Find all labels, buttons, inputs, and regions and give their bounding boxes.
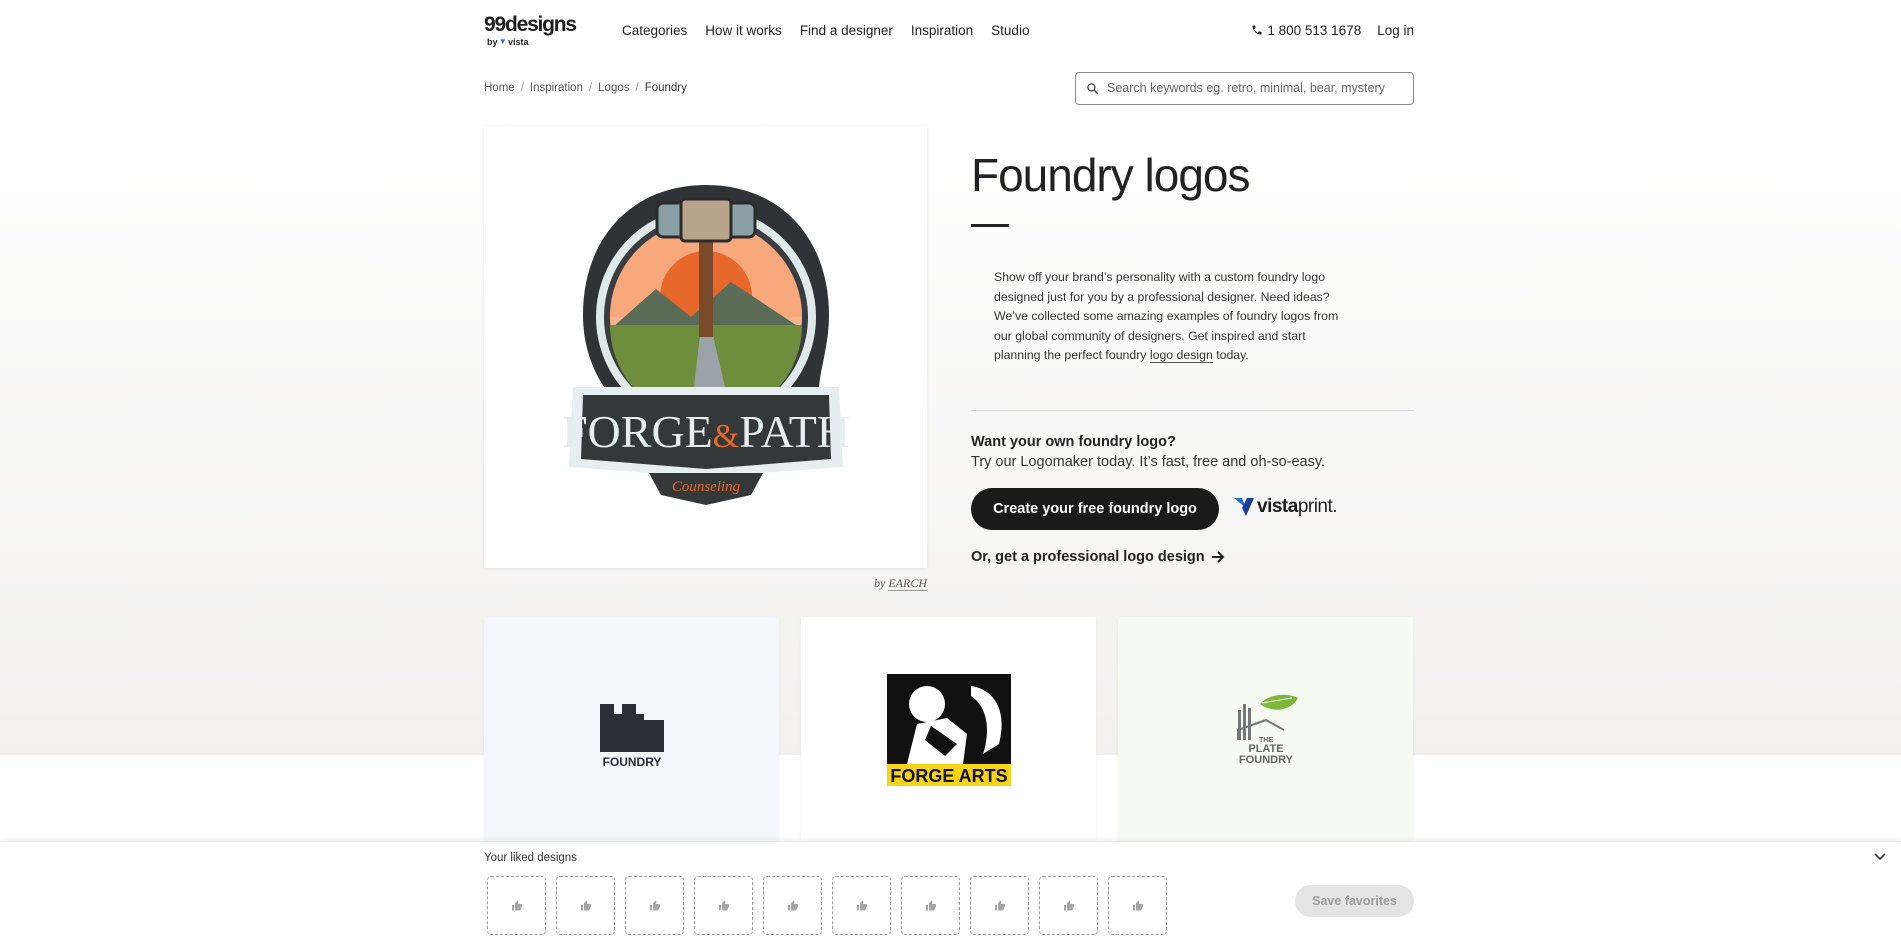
- thumbs-up-icon: [856, 900, 867, 910]
- liked-design-slot[interactable]: [625, 876, 684, 935]
- site-logo[interactable]: 99designs by ▾ vista: [484, 13, 590, 47]
- logo-wordmark: 99designs: [484, 13, 577, 36]
- page-description: Show off your brand’s personality with a…: [994, 268, 1354, 366]
- logo-vista-text: vista: [508, 36, 529, 47]
- section-divider: [971, 410, 1414, 411]
- nav-studio[interactable]: Studio: [991, 23, 1029, 38]
- main-nav: Categories How it works Find a designer …: [622, 23, 1029, 38]
- save-favorites-button[interactable]: Save favorites: [1295, 885, 1414, 917]
- page-title: Foundry logos: [971, 149, 1250, 201]
- liked-design-slot[interactable]: [694, 876, 753, 935]
- thumbs-up-icon: [994, 900, 1005, 910]
- vistaprint-text-a: vista: [1257, 496, 1298, 517]
- thumbs-up-icon: [1063, 900, 1074, 910]
- search-icon: [1087, 82, 1099, 94]
- breadcrumb-separator: /: [588, 82, 593, 94]
- liked-design-slot[interactable]: [1039, 876, 1098, 935]
- thumbs-up-icon: [580, 900, 591, 910]
- login-link[interactable]: Log in: [1377, 23, 1414, 38]
- phone-number: 1 800 513 1678: [1267, 22, 1362, 38]
- forge-path-logo-image: FORGE&PATH Counseling: [561, 185, 850, 505]
- search-input[interactable]: [1107, 81, 1397, 95]
- breadcrumb-row: Home / Inspiration / Logos / Foundry: [484, 70, 1414, 106]
- liked-design-slot[interactable]: [556, 876, 615, 935]
- thumbs-up-icon: [1132, 900, 1143, 910]
- liked-slots: [487, 876, 1167, 935]
- liked-design-slot[interactable]: [970, 876, 1029, 935]
- logo-art-subtext: Counseling: [671, 479, 740, 495]
- vista-mark-icon: ▾: [500, 36, 506, 46]
- logo-byline: by ▾ vista: [487, 36, 590, 47]
- thumbs-up-icon: [925, 900, 936, 910]
- arrow-right-icon: [1211, 551, 1225, 563]
- vistaprint-text-b: print.: [1297, 496, 1338, 517]
- title-underline: [971, 224, 1009, 227]
- nav-how-it-works[interactable]: How it works: [705, 23, 782, 38]
- description-text-end: today.: [1212, 348, 1249, 362]
- featured-byline: by EARCH: [874, 576, 927, 591]
- forge-arts-logo-image: FORGE ARTS: [886, 673, 1011, 786]
- breadcrumb-home[interactable]: Home: [484, 82, 515, 94]
- site-header: 99designs by ▾ vista Categories How it w…: [484, 0, 1414, 60]
- byline-author-link[interactable]: EARCH: [888, 576, 927, 591]
- plate-logo-line3: FOUNDRY: [1239, 754, 1294, 766]
- liked-design-slot[interactable]: [832, 876, 891, 935]
- pro-link-label: Or, get a professional logo design: [971, 549, 1205, 565]
- professional-design-link[interactable]: Or, get a professional logo design: [971, 549, 1225, 565]
- nav-inspiration[interactable]: Inspiration: [911, 23, 973, 38]
- featured-logo-card[interactable]: FORGE&PATH Counseling: [484, 126, 927, 568]
- thumbs-up-icon: [649, 900, 660, 910]
- nav-categories[interactable]: Categories: [622, 23, 687, 38]
- thumbs-up-icon: [787, 900, 798, 910]
- chevron-down-icon[interactable]: [1874, 850, 1886, 864]
- vistaprint-mark-icon: [1234, 498, 1254, 516]
- thumbs-up-icon: [718, 900, 729, 910]
- liked-design-slot[interactable]: [1108, 876, 1167, 935]
- design-tile[interactable]: FOUNDRY: [484, 617, 779, 842]
- thumbs-up-icon: [511, 900, 522, 910]
- breadcrumb: Home / Inspiration / Logos / Foundry: [484, 82, 687, 94]
- forge-arts-logo-text: FORGE ARTS: [890, 766, 1007, 786]
- header-right: 1 800 513 1678 Log in: [1251, 23, 1414, 38]
- liked-design-slot[interactable]: [901, 876, 960, 935]
- logo-art-text: FORGE&PATH: [561, 406, 849, 457]
- cta-subheading: Try our Logomaker today. It’s fast, free…: [971, 454, 1326, 470]
- design-tile[interactable]: FORGE ARTS: [801, 617, 1096, 842]
- breadcrumb-separator: /: [635, 82, 639, 94]
- design-tile[interactable]: THE PLATE FOUNDRY: [1118, 617, 1413, 842]
- breadcrumb-current: Foundry: [644, 82, 687, 94]
- nav-find-designer[interactable]: Find a designer: [800, 23, 893, 38]
- foundry-logo-text: FOUNDRY: [602, 755, 661, 769]
- logo-by-text: by: [487, 36, 498, 47]
- liked-design-slot[interactable]: [487, 876, 546, 935]
- cta-heading: Want your own foundry logo?: [971, 434, 1176, 450]
- liked-design-slot[interactable]: [763, 876, 822, 935]
- create-free-logo-button[interactable]: Create your free foundry logo: [971, 488, 1219, 530]
- phone-link[interactable]: 1 800 513 1678: [1251, 23, 1361, 38]
- breadcrumb-separator: /: [520, 82, 524, 94]
- logo-design-link[interactable]: logo design: [1149, 348, 1213, 363]
- plate-foundry-logo-image: THE PLATE FOUNDRY: [1236, 694, 1298, 766]
- vistaprint-logo: vistaprint.: [1234, 496, 1338, 518]
- byline-prefix: by: [874, 576, 886, 590]
- search-box[interactable]: [1075, 71, 1414, 105]
- phone-icon: [1252, 25, 1262, 35]
- liked-designs-title: Your liked designs: [484, 852, 577, 864]
- foundry-logo-image: FOUNDRY: [599, 703, 664, 769]
- breadcrumb-inspiration[interactable]: Inspiration: [530, 82, 583, 94]
- liked-designs-bar: Your liked designs Save favorites: [0, 841, 1901, 946]
- breadcrumb-logos[interactable]: Logos: [598, 82, 629, 94]
